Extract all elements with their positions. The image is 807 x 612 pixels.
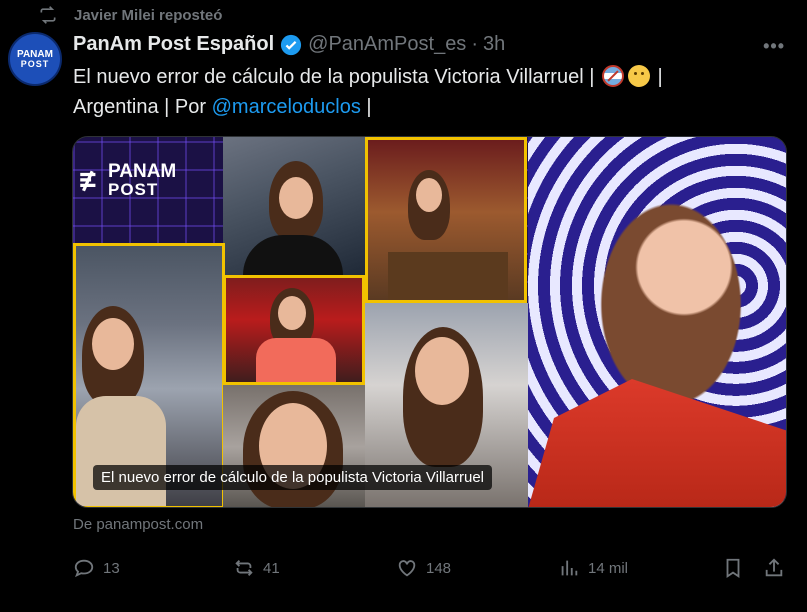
photo-senate: [365, 137, 527, 303]
repost-icon: [40, 6, 56, 24]
repost-text: Javier Milei reposteó: [74, 6, 223, 24]
tweet-text-part3: Argentina | Por: [73, 96, 207, 118]
logo-line2: POST: [108, 180, 159, 199]
avatar-text-line2: POST: [20, 58, 50, 69]
reply-button[interactable]: 13: [73, 555, 120, 581]
action-bar: 13 41 148 14 mil: [73, 555, 788, 583]
panam-logo-icon: [80, 170, 96, 191]
tweet-text-part2: |: [657, 66, 663, 88]
logo-line1: PANAM: [108, 161, 177, 182]
share-button[interactable]: [763, 555, 785, 581]
like-icon: [398, 560, 416, 577]
thinking-face-emoji-icon: [627, 65, 650, 87]
more-icon[interactable]: •••: [763, 36, 785, 57]
card-source[interactable]: De panampost.com: [73, 516, 203, 533]
author-handle[interactable]: @PanAmPost_es: [308, 33, 466, 56]
like-count: 148: [426, 559, 452, 577]
reply-icon: [74, 559, 94, 578]
no-entry-flag-emoji-icon: [601, 65, 624, 87]
bookmark-button[interactable]: [722, 555, 744, 581]
views-button[interactable]: 14 mil: [558, 555, 628, 581]
photo-group: [223, 137, 365, 275]
repost-button[interactable]: 41: [233, 555, 280, 581]
separator-dot: ·: [471, 33, 478, 55]
tweet-text-part1: El nuevo error de cálculo de la populist…: [73, 66, 595, 88]
repost-icon: [235, 560, 253, 576]
card-caption: El nuevo error de cálculo de la populist…: [93, 465, 492, 490]
mention-link[interactable]: @marceloduclos: [212, 96, 361, 118]
like-button[interactable]: 148: [396, 555, 451, 581]
repost-count: 41: [263, 559, 280, 577]
bookmark-icon: [726, 558, 740, 578]
tweet-time[interactable]: 3h: [483, 33, 505, 56]
avatar[interactable]: PANAM POST: [8, 32, 62, 86]
tweet-text: El nuevo error de cálculo de la populist…: [73, 62, 788, 122]
avatar-text-line1: PANAM: [17, 48, 53, 60]
views-count: 14 mil: [588, 559, 629, 577]
share-icon: [765, 558, 783, 577]
tweet-text-part4: |: [366, 96, 372, 118]
tweet-header: PanAm Post Español @PanAmPost_es · 3h: [73, 33, 505, 56]
reply-count: 13: [103, 559, 120, 577]
author-name[interactable]: PanAm Post Español: [73, 33, 274, 56]
photo-portrait: [528, 137, 786, 507]
link-card[interactable]: PANAM POST El nuevo error de cálculo de …: [72, 136, 787, 508]
views-icon: [561, 560, 578, 576]
repost-indicator[interactable]: Javier Milei reposteó: [38, 5, 222, 25]
photo-chamber: [223, 275, 365, 385]
panam-post-logo: PANAM POST: [77, 161, 177, 199]
verified-icon: [281, 34, 302, 55]
